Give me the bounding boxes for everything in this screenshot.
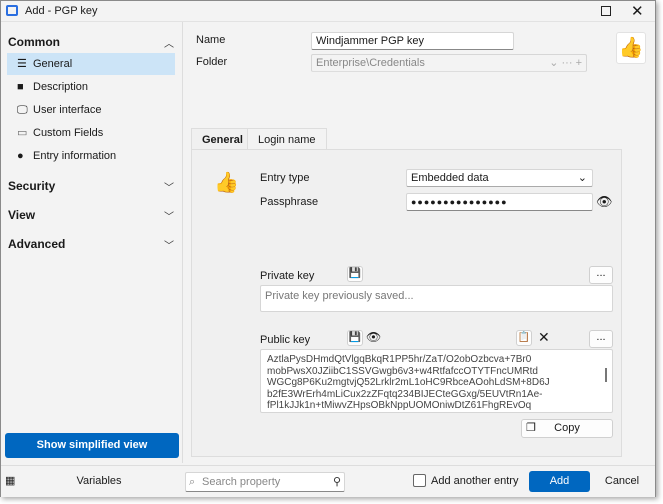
sidebar-item-label: General [33, 58, 73, 70]
chevron-down-icon[interactable]: ﹀ [164, 179, 174, 194]
pgp-key-icon: 👍 [214, 172, 239, 194]
save-file-icon[interactable]: 💾 [347, 266, 363, 282]
chevron-up-icon[interactable]: ︿ [164, 35, 174, 50]
show-simplified-view-button[interactable]: Show simplified view [5, 433, 179, 458]
window-title: Add - PGP key [25, 5, 98, 17]
private-key-textarea[interactable]: Private key previously saved... [260, 285, 613, 312]
app-icon [6, 5, 18, 16]
sidebar-item-label: User interface [33, 104, 102, 116]
name-label: Name [196, 34, 226, 46]
search-icon: ⌕ [189, 476, 196, 488]
close-icon[interactable]: ✕ [631, 2, 644, 20]
passphrase-input[interactable]: ●●●●●●●●●●●●●●● [406, 193, 593, 211]
clear-icon[interactable]: ✕ [538, 329, 550, 346]
folder-value: Enterprise\Credentials [316, 57, 425, 69]
copy-label: Copy [554, 422, 580, 434]
sidebar-item-label: Entry information [33, 150, 117, 162]
dialog-window: Add - PGP key ✕ Common ︿ ☰ General ■ Descr… [0, 0, 656, 497]
public-key-line: AztlaPysDHmdQtVlgqBkqR1PP5hr/ZaT/O2obOzb… [267, 354, 532, 365]
private-key-label: Private key [260, 270, 315, 282]
bottom-bar: ▦ Variables ⌕ Search property ⚲ Add anothe… [1, 465, 655, 497]
maximize-icon[interactable] [601, 6, 611, 16]
public-key-line: fPl1kJJk1n+tMiwvZHpsOBkNppUOMOniwDtZ61Fh… [267, 400, 532, 412]
sidebar-item-label: Description [33, 81, 89, 93]
copy-icon: ❐ [526, 422, 536, 434]
entry-type-select[interactable]: Embedded data ⌄ [406, 169, 593, 187]
name-input[interactable]: Windjammer PGP key [311, 32, 514, 50]
sidebar-item-general[interactable]: ☰ General [7, 53, 175, 75]
tab-login-name[interactable]: Login name [247, 128, 327, 150]
monitor-icon: 🖵 [17, 104, 28, 116]
chevron-down-icon: ⌄ [577, 172, 587, 184]
title-bar: Add - PGP key ✕ [1, 1, 655, 22]
section-advanced[interactable]: Advanced [8, 237, 65, 251]
folder-select[interactable]: Enterprise\Credentials ⌄ ··· + [311, 54, 587, 72]
eye-icon[interactable]: 👁 [596, 194, 613, 210]
add-button[interactable]: Add [529, 471, 590, 492]
cancel-button[interactable]: Cancel [595, 471, 649, 492]
add-another-label: Add another entry [431, 475, 519, 487]
entry-icon-button[interactable]: 👍 [616, 32, 646, 64]
public-key-line: b2fE3WrErh4mLiCux2zZFqtq234BIJECteGGxg/5… [267, 388, 543, 400]
sidebar: Common ︿ ☰ General ■ Description 🖵 User int… [1, 22, 183, 463]
sidebar-item-custom-fields[interactable]: ▭ Custom Fields [7, 122, 175, 144]
list-icon: ☰ [17, 58, 27, 70]
add-another-checkbox[interactable] [413, 474, 426, 487]
section-common[interactable]: Common [8, 35, 60, 49]
chevron-down-icon[interactable]: ﹀ [164, 208, 174, 223]
public-key-line: WGCg8P6Ku2mgtvjQ52Lrklr2mL1oHC9RbceAOohL… [267, 377, 550, 389]
sidebar-item-entry-information[interactable]: ● Entry information [7, 145, 175, 167]
sidebar-item-user-interface[interactable]: 🖵 User interface [7, 99, 175, 121]
entry-type-value: Embedded data [411, 172, 489, 184]
section-security[interactable]: Security [8, 179, 55, 193]
sidebar-item-description[interactable]: ■ Description [7, 76, 175, 98]
search-icon[interactable]: ⚲ [333, 473, 341, 491]
public-key-textarea[interactable]: AztlaPysDHmdQtVlgqBkqR1PP5hr/ZaT/O2obOzb… [260, 349, 613, 413]
public-key-more-button[interactable]: ... [589, 330, 613, 348]
scrollbar-thumb[interactable] [605, 368, 607, 382]
info-icon: ● [17, 150, 24, 162]
save-file-icon[interactable]: 💾 [347, 330, 363, 346]
passphrase-label: Passphrase [260, 196, 319, 208]
public-key-line: mobPwsX0JZiibC1SSVGwgb6v3+w4RtfafccOTYTF… [267, 365, 538, 377]
chevron-down-icon[interactable]: ﹀ [164, 237, 174, 252]
public-key-label: Public key [260, 334, 311, 346]
private-key-more-button[interactable]: ... [589, 266, 613, 284]
copy-button[interactable]: ❐ Copy [521, 419, 613, 438]
variables-button[interactable]: Variables [21, 470, 177, 492]
search-property-input[interactable]: ⌕ Search property ⚲ [185, 472, 345, 492]
entry-type-label: Entry type [260, 172, 310, 184]
sidebar-item-label: Custom Fields [33, 127, 104, 139]
document-icon: ■ [17, 81, 24, 93]
general-panel: 👍 Entry type Embedded data ⌄ Passphrase ●… [191, 149, 622, 457]
folder-actions-icon[interactable]: ⌄ ··· + [549, 55, 582, 71]
grid-icon: ▦ [5, 475, 16, 487]
paste-icon[interactable]: 📋 [516, 330, 532, 346]
folder-label: Folder [196, 56, 228, 68]
edit-field-icon: ▭ [17, 127, 28, 139]
section-view[interactable]: View [8, 208, 35, 222]
search-placeholder: Search property [202, 476, 281, 488]
eye-icon[interactable]: 👁 [366, 330, 381, 344]
tab-general[interactable]: General [191, 128, 254, 151]
